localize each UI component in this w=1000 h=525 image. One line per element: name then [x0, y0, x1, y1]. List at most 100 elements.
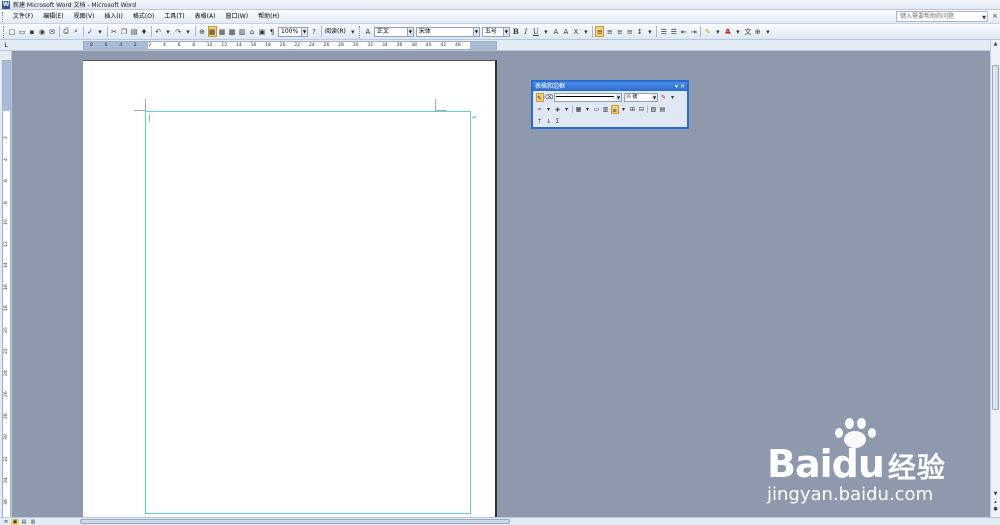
chevron-down-icon[interactable]: ▼ [652, 93, 657, 101]
char-scale-icon[interactable]: X [571, 26, 580, 37]
format-painter-icon[interactable]: ♦ [140, 26, 149, 37]
chevron-down-icon[interactable]: ▼ [301, 27, 307, 36]
char-shading-icon[interactable]: A [561, 26, 570, 37]
underline-button[interactable]: U [531, 26, 540, 37]
insert-excel-icon[interactable]: ▩ [228, 26, 237, 37]
tab-selector[interactable]: L [0, 40, 12, 51]
insert-table-dropdown-icon[interactable]: ▾ [584, 105, 592, 114]
save-icon[interactable]: ▪ [28, 26, 37, 37]
menu-file[interactable]: 文件(F) [8, 11, 38, 23]
decrease-indent-icon[interactable]: ⇤ [679, 26, 688, 37]
new-document-icon[interactable]: □ [8, 26, 17, 37]
undo-icon[interactable]: ↶ [154, 26, 163, 37]
read-mode-button[interactable]: 阅读(R) [323, 26, 348, 37]
toolbar-options-icon[interactable]: ▾ [675, 82, 678, 91]
tables-borders-toolbar[interactable]: 表格和边框 ▾ × ✎ ⌫ ▼ ½ 磅 ▼ ✎ ▾ ┅ ▾ ◈ ▾ ▦ ▾ ▭ … [531, 80, 689, 129]
copy-icon[interactable]: ❐ [120, 26, 129, 37]
vertical-ruler[interactable]: 2 4 6 8 10 12 14 16 18 20 22 24 26 28 30 32 34 36 [2, 60, 11, 520]
underline-dropdown-icon[interactable]: ▾ [541, 26, 550, 37]
highlight-icon[interactable]: ✎ [703, 26, 712, 37]
eraser-icon[interactable]: ⌫ [545, 93, 553, 102]
web-view-icon[interactable]: ▣ [11, 519, 19, 525]
menu-format[interactable]: 格式(O) [128, 11, 159, 23]
shading-color-icon[interactable]: ◈ [554, 105, 562, 114]
line-style-select[interactable]: ▼ [554, 92, 622, 102]
browse-object-icon[interactable]: ● [992, 506, 999, 513]
cut-icon[interactable]: ✂ [110, 26, 119, 37]
menu-insert[interactable]: 插入(I) [99, 11, 127, 23]
undo-dropdown-icon[interactable]: ▾ [164, 26, 173, 37]
sort-ascending-icon[interactable]: ↑ [536, 117, 544, 126]
zoom-select[interactable]: 100% ▼ [278, 26, 308, 37]
previous-page-icon[interactable]: ▴ [992, 499, 999, 506]
merge-cells-icon[interactable]: ▭ [593, 105, 601, 114]
chevron-down-icon[interactable]: ▼ [406, 27, 413, 36]
align-right-icon[interactable]: ≡ [615, 26, 624, 37]
highlight-dropdown-icon[interactable]: ▾ [713, 26, 722, 37]
style-select[interactable]: 正文 ▼ [373, 26, 414, 37]
drawing-icon[interactable]: ⌂ [248, 26, 257, 37]
italic-button[interactable]: I [521, 26, 530, 37]
align-justify-icon[interactable]: ≡ [595, 26, 605, 37]
distribute-rows-icon[interactable]: ⊞ [629, 105, 637, 114]
research-icon[interactable]: ▾ [96, 26, 105, 37]
table-autoformat-icon[interactable]: ▨ [650, 105, 658, 114]
numbering-icon[interactable]: ☰ [659, 26, 668, 37]
menu-help[interactable]: 帮助(H) [253, 11, 284, 23]
vertical-scroll-thumb[interactable] [992, 65, 999, 410]
draw-table-pencil-icon[interactable]: ✎ [535, 92, 544, 102]
open-folder-icon[interactable]: ▭ [18, 26, 27, 37]
close-document-icon[interactable]: × [992, 12, 998, 20]
menu-edit[interactable]: 编辑(E) [38, 11, 68, 23]
font-color-dropdown-icon[interactable]: ▾ [733, 26, 742, 37]
normal-view-icon[interactable]: ≡ [2, 519, 10, 525]
hyperlink-icon[interactable]: ⊕ [198, 26, 207, 37]
columns-icon[interactable]: ▥ [238, 26, 247, 37]
word-app-icon[interactable]: W [2, 0, 10, 9]
paste-icon[interactable]: ▤ [130, 26, 139, 37]
insert-table-icon[interactable]: ▦ [575, 105, 583, 114]
scroll-down-icon[interactable]: ▼ [992, 491, 999, 498]
help-icon[interactable]: ? [310, 26, 319, 37]
outline-view-icon[interactable]: ▥ [29, 519, 37, 525]
horizontal-ruler[interactable]: 8 6 4 2 2 4 6 8 10 12 14 16 18 20 22 24 26 28 30 32 34 36 38 40… [83, 41, 497, 50]
horizontal-scroll-thumb[interactable] [80, 519, 510, 524]
menu-window[interactable]: 窗口(W) [220, 11, 253, 23]
autosum-icon[interactable]: Σ [554, 117, 562, 126]
table-cell[interactable] [145, 111, 471, 514]
border-color-icon[interactable]: ✎ [660, 93, 668, 102]
shading-dropdown-icon[interactable]: ▾ [563, 105, 571, 114]
spelling-icon[interactable]: ✓ [86, 26, 95, 37]
redo-dropdown-icon[interactable]: ▾ [184, 26, 193, 37]
menu-table[interactable]: 表格(A) [190, 11, 221, 23]
increase-indent-icon[interactable]: ⇥ [689, 26, 698, 37]
font-select[interactable]: 宋体 ▼ [415, 26, 480, 37]
font-color-icon[interactable]: A [723, 26, 732, 37]
line-weight-select[interactable]: ½ 磅 ▼ [624, 92, 658, 102]
chevron-down-icon[interactable]: ▼ [616, 93, 621, 101]
print-view-icon[interactable]: ▤ [20, 519, 28, 525]
permission-icon[interactable]: ◉ [38, 26, 47, 37]
scale-dropdown-icon[interactable]: ▾ [581, 26, 590, 37]
document-page[interactable]: | ↵ ↵ [83, 60, 497, 525]
align-center-icon[interactable]: ≡ [605, 26, 614, 37]
distributed-icon[interactable]: ≡ [625, 26, 634, 37]
redo-icon[interactable]: ↷ [174, 26, 183, 37]
chevron-down-icon[interactable]: ▼ [982, 14, 986, 23]
menu-view[interactable]: 视图(V) [69, 11, 100, 23]
close-icon[interactable]: × [680, 82, 685, 91]
align-cell-icon[interactable]: ≡ [610, 104, 619, 114]
toolbar-grip[interactable] [358, 25, 362, 38]
show-hide-icon[interactable]: ¶ [268, 26, 277, 37]
distribute-columns-icon[interactable]: ⊟ [638, 105, 646, 114]
line-spacing-dropdown-icon[interactable]: ▾ [645, 26, 654, 37]
outside-border-icon[interactable]: ┅ [536, 105, 544, 114]
split-cells-icon[interactable]: ▥ [602, 105, 610, 114]
chevron-down-icon[interactable]: ▼ [472, 27, 479, 36]
enclose-characters-icon[interactable]: ⊕ [753, 26, 762, 37]
border-color-dropdown-icon[interactable]: ▾ [669, 93, 677, 102]
styles-icon[interactable]: A [363, 26, 372, 37]
border-dropdown-icon[interactable]: ▾ [545, 105, 553, 114]
scroll-up-icon[interactable]: ▲ [992, 41, 999, 48]
tables-borders-icon[interactable]: ▦ [207, 26, 217, 37]
